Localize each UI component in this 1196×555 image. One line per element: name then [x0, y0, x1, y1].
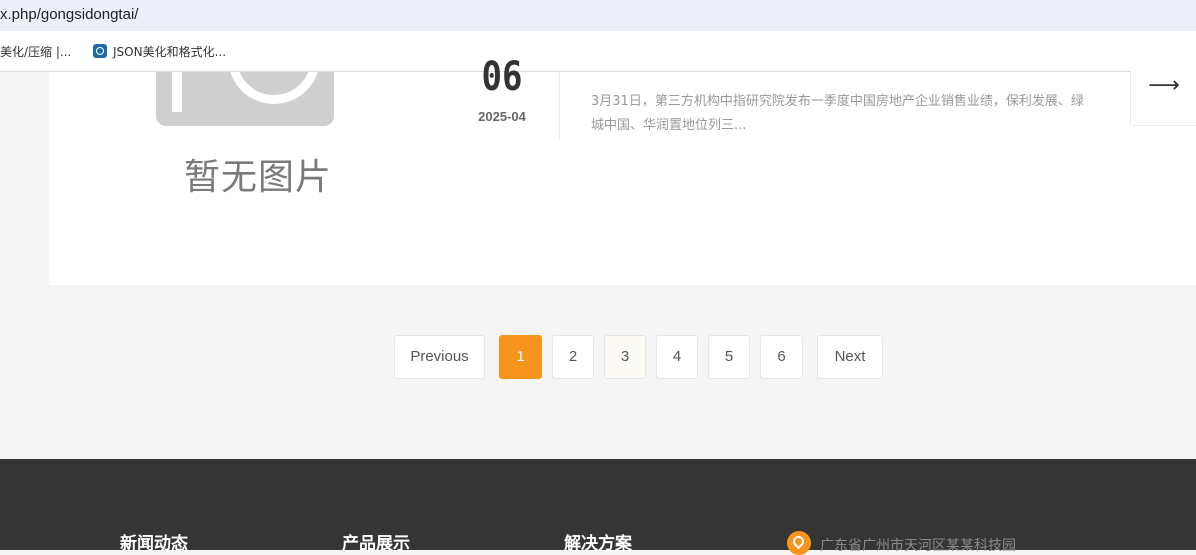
camera-highlight	[172, 72, 182, 112]
page-button-5[interactable]: 5	[708, 335, 750, 379]
footer-heading-products[interactable]: 产品展示	[342, 529, 410, 554]
divider	[559, 72, 560, 140]
no-image-text: 暂无图片	[184, 157, 333, 198]
footer-heading-news[interactable]: 新闻动态	[120, 529, 188, 554]
page-button-6[interactable]: 6	[760, 335, 803, 379]
page-button-4[interactable]: 4	[656, 335, 698, 379]
page-button-2[interactable]: 2	[552, 335, 594, 379]
bookmark-label: JSON美化和格式化...	[113, 45, 227, 59]
location-pin-icon	[787, 531, 811, 555]
footer-heading-solutions[interactable]: 解决方案	[564, 529, 632, 554]
camera-placeholder-icon	[156, 72, 334, 127]
pagination: Previous 1 2 3 4 5 6 Next	[0, 335, 1196, 379]
previous-page-button[interactable]: Previous	[394, 335, 485, 379]
news-card[interactable]: 暂无图片 06 2025-04 3月31日，第三方机构中指研究院发布一季度中国房…	[49, 54, 1196, 285]
next-page-button[interactable]: Next	[817, 335, 883, 379]
page-button-1[interactable]: 1	[499, 335, 542, 379]
address-text[interactable]: x.php/gongsidongtai/	[0, 6, 138, 23]
footer-address: 广东省广州市天河区某某科技园	[820, 538, 1016, 554]
bookmark-label: 美化/压缩 |...	[0, 45, 72, 59]
bookmark-item[interactable]: JSON美化和格式化...	[93, 43, 226, 60]
arrow-right-icon: ⟶	[1148, 73, 1180, 98]
news-date-day: 06	[481, 54, 523, 100]
news-date-year-month: 2025-04	[478, 109, 526, 124]
page-button-3[interactable]: 3	[604, 335, 646, 379]
json-tool-icon	[93, 44, 107, 58]
address-bar[interactable]: x.php/gongsidongtai/	[0, 0, 1196, 31]
read-more-button[interactable]: ⟶	[1130, 70, 1196, 126]
site-footer: 新闻动态 产品展示 解决方案 广东省广州市天河区某某科技园	[0, 459, 1196, 555]
news-summary[interactable]: 3月31日，第三方机构中指研究院发布一季度中国房地产企业销售业绩，保利发展、绿城…	[591, 90, 1091, 138]
bookmarks-bar: 美化/压缩 |... JSON美化和格式化...	[0, 31, 1196, 72]
bookmark-item[interactable]: 美化/压缩 |...	[0, 43, 71, 60]
